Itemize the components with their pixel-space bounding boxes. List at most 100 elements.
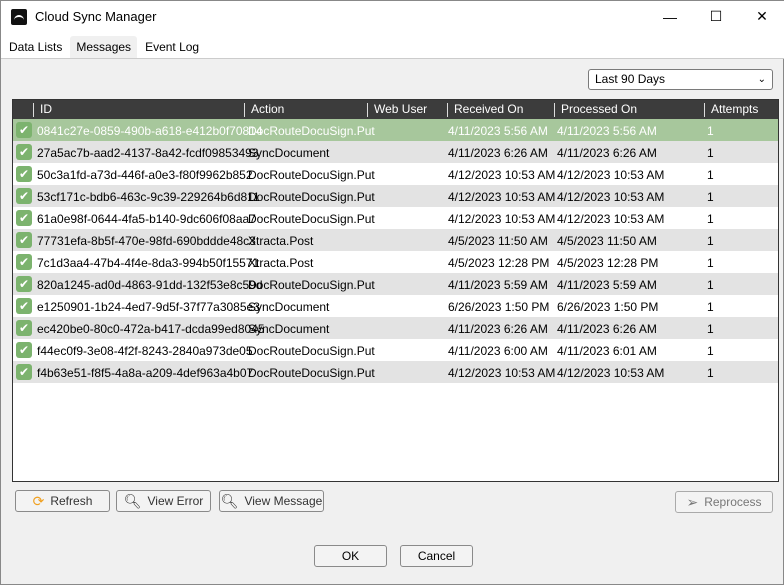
check-icon: ✔ (16, 276, 32, 292)
magnifier-icon: 🔍︎ (220, 492, 239, 509)
cell-received-on: 4/11/2023 6:26 AM (448, 146, 548, 160)
tab-data-lists[interactable]: Data Lists (3, 36, 68, 58)
cell-id: 820a1245-ad0d-4863-91dd-132f53e8c59d (37, 278, 263, 292)
check-icon: ✔ (16, 232, 32, 248)
cell-received-on: 4/11/2023 5:59 AM (448, 278, 548, 292)
cell-action: Xtracta.Post (248, 256, 314, 270)
check-icon: ✔ (16, 210, 32, 226)
refresh-button[interactable]: ⟳ Refresh (15, 490, 110, 512)
column-header-web-user[interactable]: Web User (367, 103, 447, 117)
cell-received-on: 4/5/2023 12:28 PM (448, 256, 550, 270)
check-icon: ✔ (16, 298, 32, 314)
column-header-id[interactable]: ID (33, 103, 244, 117)
check-icon: ✔ (16, 364, 32, 380)
table-row[interactable]: ✔ ec420be0-80c0-472a-b417-dcda99ed8045 Syn… (13, 317, 778, 339)
column-header-attempts[interactable]: Attempts (704, 103, 778, 117)
magnifier-icon: 🔍︎ (123, 492, 142, 509)
cell-processed-on: 4/5/2023 11:50 AM (557, 234, 657, 248)
cell-attempts: 1 (707, 168, 714, 182)
cell-attempts: 1 (707, 344, 714, 358)
cell-action: DocRouteDocuSign.Put (248, 344, 375, 358)
cell-id: 53cf171c-bdb6-463c-9c39-229264b6d811 (37, 190, 260, 204)
check-icon: ✔ (16, 320, 32, 336)
table-row[interactable]: ✔ f4b63e51-f8f5-4a8a-a209-4def963a4b07 Doc… (13, 361, 778, 383)
cell-attempts: 1 (707, 234, 714, 248)
cell-processed-on: 4/12/2023 10:53 AM (557, 168, 665, 182)
tab-messages[interactable]: Messages (70, 36, 138, 58)
title-bar: Cloud Sync Manager — ☐ ✕ (1, 1, 784, 32)
cell-id: e1250901-1b24-4ed7-9d5f-37f77a3085e3 (37, 300, 260, 314)
cell-id: 61a0e98f-0644-4fa5-b140-9dc606f08aa7 (37, 212, 256, 226)
table-row[interactable]: ✔ 820a1245-ad0d-4863-91dd-132f53e8c59d Doc… (13, 273, 778, 295)
cell-processed-on: 4/11/2023 6:26 AM (557, 146, 657, 160)
cell-action: DocRouteDocuSign.Put (248, 168, 375, 182)
view-error-button[interactable]: 🔍︎ View Error (116, 490, 211, 512)
reprocess-button[interactable]: ➢ Reprocess (675, 491, 773, 513)
cell-action: SyncDocument (248, 146, 330, 160)
tab-bar: Data Lists Messages Event Log (1, 32, 784, 59)
close-button[interactable]: ✕ (739, 1, 784, 32)
table-row[interactable]: ✔ 77731efa-8b5f-470e-98fd-690bddde48c3 Xtr… (13, 229, 778, 251)
grid-header: ID Action Web User Received On Processed… (13, 100, 778, 119)
cell-processed-on: 4/5/2023 12:28 PM (557, 256, 659, 270)
cell-attempts: 1 (707, 366, 714, 380)
cell-processed-on: 4/11/2023 5:56 AM (557, 124, 657, 138)
maximize-button[interactable]: ☐ (693, 1, 739, 32)
cell-received-on: 4/11/2023 6:26 AM (448, 322, 548, 336)
check-icon: ✔ (16, 122, 32, 138)
reprocess-label: Reprocess (704, 495, 762, 509)
column-header-processed-on[interactable]: Processed On (554, 103, 704, 117)
cell-processed-on: 4/12/2023 10:53 AM (557, 212, 665, 226)
cell-action: DocRouteDocuSign.Put (248, 190, 375, 204)
table-row[interactable]: ✔ f44ec0f9-3e08-4f2f-8243-2840a973de05 Doc… (13, 339, 778, 361)
check-icon: ✔ (16, 166, 32, 182)
cell-id: 77731efa-8b5f-470e-98fd-690bddde48c3 (37, 234, 256, 248)
arrow-circle-icon: ➢ (686, 493, 699, 510)
cell-attempts: 1 (707, 278, 714, 292)
check-icon: ✔ (16, 254, 32, 270)
messages-grid[interactable]: ID Action Web User Received On Processed… (12, 99, 779, 482)
cancel-button[interactable]: Cancel (400, 545, 473, 567)
column-header-action[interactable]: Action (244, 103, 367, 117)
chevron-down-icon: ⌄ (757, 74, 766, 85)
cell-action: DocRouteDocuSign.Put (248, 278, 375, 292)
cell-attempts: 1 (707, 124, 714, 138)
check-icon: ✔ (16, 144, 32, 160)
column-header-received-on[interactable]: Received On (447, 103, 554, 117)
refresh-label: Refresh (50, 494, 93, 508)
cell-processed-on: 4/11/2023 6:01 AM (557, 344, 657, 358)
cell-id: f44ec0f9-3e08-4f2f-8243-2840a973de05 (37, 344, 253, 358)
check-icon: ✔ (16, 188, 32, 204)
table-row[interactable]: ✔ 27a5ac7b-aad2-4137-8a42-fcdf09853493 Syn… (13, 141, 778, 163)
check-icon: ✔ (16, 342, 32, 358)
table-row[interactable]: ✔ e1250901-1b24-4ed7-9d5f-37f77a3085e3 Syn… (13, 295, 778, 317)
ok-button[interactable]: OK (314, 545, 387, 567)
cell-processed-on: 4/12/2023 10:53 AM (557, 190, 665, 204)
table-row[interactable]: ✔ 50c3a1fd-a73d-446f-a0e3-f80f9962b852 Doc… (13, 163, 778, 185)
table-row[interactable]: ✔ 7c1d3aa4-47b4-4f4e-8da3-994b50f15571 Xtr… (13, 251, 778, 273)
table-row[interactable]: ✔ 61a0e98f-0644-4fa5-b140-9dc606f08aa7 Doc… (13, 207, 778, 229)
cell-id: 50c3a1fd-a73d-446f-a0e3-f80f9962b852 (37, 168, 253, 182)
view-message-button[interactable]: 🔍︎ View Message (219, 490, 324, 512)
cell-received-on: 4/12/2023 10:53 AM (448, 212, 556, 226)
cell-received-on: 4/11/2023 6:00 AM (448, 344, 548, 358)
minimize-button[interactable]: — (647, 1, 693, 32)
cell-received-on: 4/12/2023 10:53 AM (448, 190, 556, 204)
cell-attempts: 1 (707, 256, 714, 270)
cell-received-on: 4/5/2023 11:50 AM (448, 234, 548, 248)
cell-action: DocRouteDocuSign.Put (248, 212, 375, 226)
cell-id: 0841c27e-0859-490b-a618-e412b0f70814 (37, 124, 263, 138)
table-row[interactable]: ✔ 53cf171c-bdb6-463c-9c39-229264b6d811 Doc… (13, 185, 778, 207)
view-message-label: View Message (244, 494, 323, 508)
cell-id: 7c1d3aa4-47b4-4f4e-8da3-994b50f15571 (37, 256, 260, 270)
tab-event-log[interactable]: Event Log (139, 36, 205, 58)
cell-action: SyncDocument (248, 322, 330, 336)
date-range-select[interactable]: Last 90 Days ⌄ (588, 69, 773, 90)
cell-action: SyncDocument (248, 300, 330, 314)
table-row[interactable]: ✔ 0841c27e-0859-490b-a618-e412b0f70814 Doc… (13, 119, 778, 141)
cell-id: f4b63e51-f8f5-4a8a-a209-4def963a4b07 (37, 366, 254, 380)
app-icon (11, 8, 27, 25)
window-title: Cloud Sync Manager (35, 9, 157, 24)
cell-attempts: 1 (707, 300, 714, 314)
cell-received-on: 4/12/2023 10:53 AM (448, 168, 556, 182)
